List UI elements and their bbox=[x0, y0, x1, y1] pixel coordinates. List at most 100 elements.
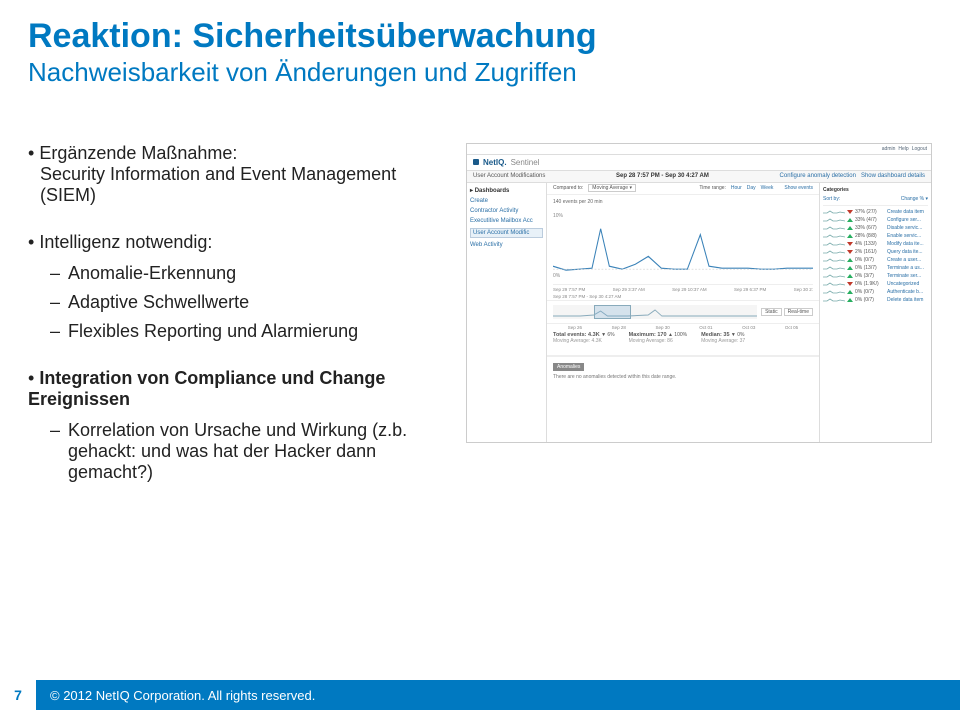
up-icon bbox=[847, 266, 853, 270]
category-row: 28% (8/8)Enable servic... bbox=[823, 232, 928, 240]
up-icon bbox=[847, 298, 853, 302]
chart-sub-range: Sep 28 7:57 PM - Sep 30 4:27 AM bbox=[553, 294, 813, 299]
stat-total: Total events: 4.3K ▼ 6% Moving Average: … bbox=[553, 332, 615, 353]
chart-area bbox=[553, 207, 813, 285]
category-pct: 0% (1.9K/) bbox=[855, 281, 885, 287]
down-icon bbox=[847, 242, 853, 246]
topbar-link[interactable]: Help bbox=[898, 146, 908, 152]
category-pct: 33% (4/7) bbox=[855, 217, 885, 223]
category-link[interactable]: Terminate ser... bbox=[887, 273, 921, 279]
sort-select[interactable]: Change % ▾ bbox=[901, 196, 928, 202]
categories-header: Categories bbox=[823, 187, 928, 193]
compare-select[interactable]: Moving Average ▾ bbox=[588, 184, 636, 192]
category-pct: 4% (133/) bbox=[855, 241, 885, 247]
up-icon bbox=[847, 258, 853, 262]
sparkline-icon bbox=[823, 241, 845, 247]
range-day-link[interactable]: Day bbox=[747, 185, 756, 191]
ss-subbar: User Account Modifications Sep 28 7:57 P… bbox=[467, 171, 931, 183]
time-range-label: Time range: bbox=[699, 185, 726, 191]
main-area: Compared to: Moving Average ▾ Time range… bbox=[547, 183, 819, 442]
slide: Reaktion: Sicherheitsüberwachung Nachwei… bbox=[0, 0, 960, 710]
category-link[interactable]: Query data ite... bbox=[887, 249, 923, 255]
category-link[interactable]: Disable servic... bbox=[887, 225, 922, 231]
show-events-link[interactable]: Show events bbox=[784, 185, 813, 191]
sub-item: Adaptive Schwellwerte bbox=[50, 292, 448, 313]
slide-title: Reaktion: Sicherheitsüberwachung bbox=[28, 18, 932, 55]
configure-anomaly-link[interactable]: Configure anomaly detection bbox=[780, 173, 856, 179]
sub-item: Korrelation von Ursache und Wirkung (z.b… bbox=[50, 420, 448, 483]
mini-selection[interactable] bbox=[594, 305, 631, 319]
anomalies-tab[interactable]: Anomalies bbox=[553, 363, 584, 371]
range-week-link[interactable]: Week bbox=[761, 185, 774, 191]
brand-text: NetIQ. bbox=[483, 158, 507, 167]
sparkline-icon bbox=[823, 297, 845, 303]
show-details-link[interactable]: Show dashboard details bbox=[861, 173, 925, 179]
category-pct: 33% (6/7) bbox=[855, 225, 885, 231]
categories-panel: Categories Sort by: Change % ▾ 37% (27/)… bbox=[819, 183, 931, 442]
up-icon bbox=[847, 234, 853, 238]
stat-max: Maximum: 170 ▲ 100% Moving Average: 86 bbox=[629, 332, 687, 353]
down-icon bbox=[847, 210, 853, 214]
sparkline-icon bbox=[823, 257, 845, 263]
anomalies-section: Anomalies There are no anomalies detecte… bbox=[547, 356, 819, 386]
controls-bar: Compared to: Moving Average ▾ Time range… bbox=[547, 183, 819, 195]
category-link[interactable]: Delete data item bbox=[887, 297, 923, 303]
category-link[interactable]: Terminate a us... bbox=[887, 265, 924, 271]
mini-timeline: Static Real-time bbox=[547, 300, 819, 324]
up-icon bbox=[847, 274, 853, 278]
down-icon bbox=[847, 282, 853, 286]
screenshot-column: admin Help Logout NetIQ. Sentinel User A… bbox=[466, 143, 932, 509]
category-link[interactable]: Uncategorized bbox=[887, 281, 919, 287]
sort-label: Sort by: bbox=[823, 196, 840, 202]
sub-item: Anomalie-Erkennung bbox=[50, 263, 448, 284]
bullet-1-body: Security Information and Event Managemen… bbox=[40, 164, 448, 206]
mini-bar[interactable] bbox=[553, 305, 757, 319]
main-chart: 140 events per 20 min 10% 0% Sep 29 7:5 bbox=[547, 195, 819, 300]
category-row: 0% (0/7)Authenticate b... bbox=[823, 288, 928, 296]
sparkline-icon bbox=[823, 273, 845, 279]
x-tick: Sep 30 2: bbox=[794, 287, 813, 292]
line-chart-svg bbox=[553, 207, 813, 284]
sidebar-item-selected[interactable]: User Account Modific bbox=[470, 228, 543, 238]
category-row: 0% (3/7)Terminate ser... bbox=[823, 272, 928, 280]
topbar-link[interactable]: admin bbox=[882, 146, 896, 152]
category-link[interactable]: Create a user... bbox=[887, 257, 921, 263]
screenshot-panel: admin Help Logout NetIQ. Sentinel User A… bbox=[466, 143, 932, 443]
slide-subtitle: Nachweisbarkeit von Änderungen und Zugri… bbox=[28, 57, 932, 88]
categories-list: 37% (27/)Create data item33% (4/7)Config… bbox=[823, 208, 928, 304]
sidebar-item[interactable]: Executitive Mailbox Acc bbox=[470, 218, 543, 224]
bullet-2-head: Intelligenz notwendig: bbox=[39, 232, 212, 252]
category-link[interactable]: Authenticate b... bbox=[887, 289, 923, 295]
category-row: 0% (13/7)Terminate a us... bbox=[823, 264, 928, 272]
sidebar-item[interactable]: Contractor Activity bbox=[470, 208, 543, 214]
category-link[interactable]: Enable servic... bbox=[887, 233, 921, 239]
mini-realtime-button[interactable]: Real-time bbox=[784, 308, 813, 316]
category-link[interactable]: Modify data ite... bbox=[887, 241, 924, 247]
up-icon bbox=[847, 226, 853, 230]
category-pct: 0% (13/7) bbox=[855, 265, 885, 271]
bullet-3-list: Korrelation von Ursache und Wirkung (z.b… bbox=[50, 420, 448, 483]
sidebar-item[interactable]: Web Activity bbox=[470, 242, 543, 248]
mini-static-button[interactable]: Static bbox=[761, 308, 782, 316]
category-pct: 28% (8/8) bbox=[855, 233, 885, 239]
x-axis: Sep 29 7:57 PM Sep 29 3:37 AM Sep 29 10:… bbox=[553, 287, 813, 292]
sidebar-heading: ▸ Dashboards bbox=[470, 187, 543, 194]
range-hour-link[interactable]: Hour bbox=[731, 185, 742, 191]
sub-item: Flexibles Reporting und Alarmierung bbox=[50, 321, 448, 342]
category-link[interactable]: Create data item bbox=[887, 209, 924, 215]
category-pct: 0% (0/7) bbox=[855, 289, 885, 295]
x-tick: Sep 29 6:37 PM bbox=[734, 287, 766, 292]
category-row: 4% (133/)Modify data ite... bbox=[823, 240, 928, 248]
category-pct: 0% (0/7) bbox=[855, 257, 885, 263]
x-tick: Sep 29 7:57 PM bbox=[553, 287, 585, 292]
bullet-3-head: Integration von Compliance und Change Er… bbox=[28, 368, 385, 409]
x-tick: Sep 29 3:37 AM bbox=[613, 287, 645, 292]
sidebar-item[interactable]: Create bbox=[470, 198, 543, 204]
chart-events-label: 140 events per 20 min bbox=[553, 199, 813, 205]
stats-row: Total events: 4.3K ▼ 6% Moving Average: … bbox=[547, 330, 819, 356]
category-row: 0% (1.9K/)Uncategorized bbox=[823, 280, 928, 288]
category-link[interactable]: Configure ser... bbox=[887, 217, 921, 223]
text-column: • Ergänzende Maßnahme: Security Informat… bbox=[28, 143, 448, 509]
topbar-link[interactable]: Logout bbox=[912, 146, 927, 152]
sparkline-icon bbox=[823, 265, 845, 271]
